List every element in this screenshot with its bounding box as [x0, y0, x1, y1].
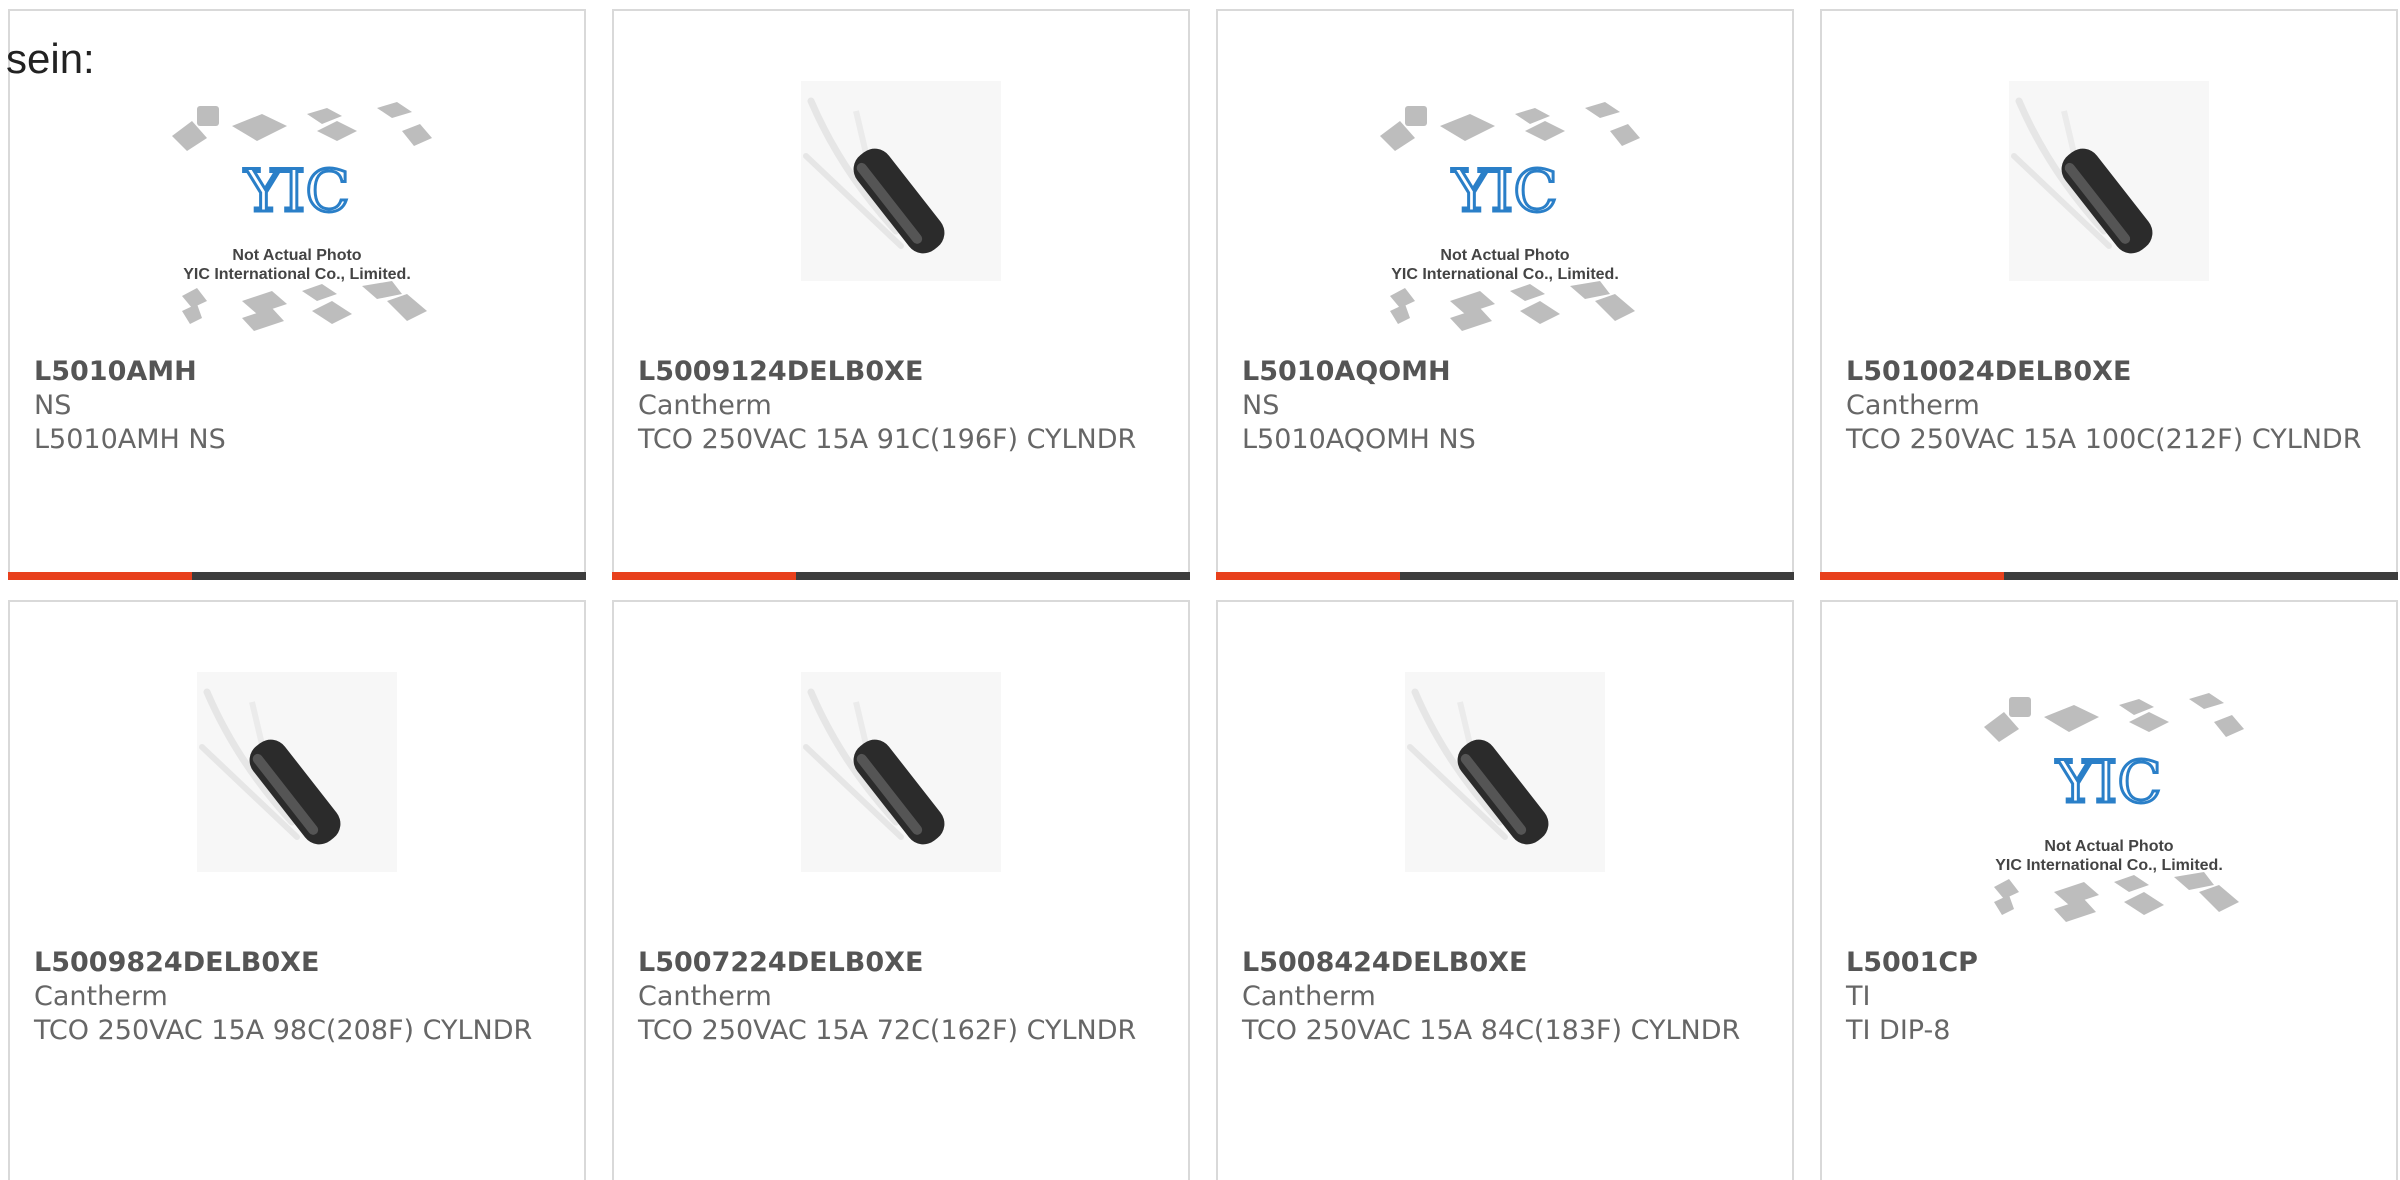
- product-image[interactable]: [2009, 81, 2209, 281]
- thermal-fuse-photo: [1405, 672, 1605, 872]
- manufacturer: Cantherm: [638, 390, 772, 421]
- product-card[interactable]: L5008424DELB0XE Cantherm TCO 250VAC 15A …: [1216, 600, 1794, 1180]
- card-accent-bar: [1216, 572, 1794, 580]
- manufacturer: Cantherm: [1242, 981, 1376, 1012]
- manufacturer: NS: [34, 390, 72, 421]
- product-image[interactable]: [801, 81, 1001, 281]
- product-card[interactable]: L5009124DELB0XE Cantherm TCO 250VAC 15A …: [612, 9, 1190, 580]
- part-number-link[interactable]: L5010AQOMH: [1242, 355, 1772, 389]
- product-image[interactable]: [1405, 672, 1605, 872]
- product-image-placeholder[interactable]: Not Actual Photo YIC International Co., …: [162, 96, 432, 336]
- placeholder-caption-2: YIC International Co., Limited.: [183, 266, 411, 283]
- card-accent-bar: [8, 572, 586, 580]
- thermal-fuse-photo: [801, 81, 1001, 281]
- placeholder-caption-1: Not Actual Photo: [232, 247, 362, 264]
- thermal-fuse-photo: [197, 672, 397, 872]
- thermal-fuse-photo: [2009, 81, 2209, 281]
- description: TI DIP-8: [1846, 1015, 1951, 1046]
- product-card[interactable]: Not Actual Photo YIC International Co., …: [1216, 9, 1794, 580]
- part-number-link[interactable]: L5010024DELB0XE: [1846, 355, 2376, 389]
- description: TCO 250VAC 15A 72C(162F) CYLNDR: [638, 1015, 1137, 1046]
- manufacturer: Cantherm: [1846, 390, 1980, 421]
- placeholder-caption-1: Not Actual Photo: [2044, 838, 2174, 855]
- manufacturer: NS: [1242, 390, 1280, 421]
- part-number-link[interactable]: L5008424DELB0XE: [1242, 946, 1772, 980]
- product-image[interactable]: [801, 672, 1001, 872]
- description: TCO 250VAC 15A 98C(208F) CYLNDR: [34, 1015, 533, 1046]
- product-card[interactable]: L5007224DELB0XE Cantherm TCO 250VAC 15A …: [612, 600, 1190, 1180]
- part-number-link[interactable]: L5009824DELB0XE: [34, 946, 564, 980]
- product-card[interactable]: Not Actual Photo YIC International Co., …: [8, 9, 586, 580]
- manufacturer: Cantherm: [638, 981, 772, 1012]
- intro-text: sein:: [6, 35, 95, 82]
- product-image-placeholder[interactable]: Not Actual Photo YIC International Co., …: [1974, 687, 2244, 927]
- product-image[interactable]: [197, 672, 397, 872]
- product-image-placeholder[interactable]: Not Actual Photo YIC International Co., …: [1370, 96, 1640, 336]
- description: TCO 250VAC 15A 100C(212F) CYLNDR: [1846, 424, 2362, 455]
- part-number-link[interactable]: L5010AMH: [34, 355, 564, 389]
- thermal-fuse-photo: [801, 672, 1001, 872]
- placeholder-caption-1: Not Actual Photo: [1440, 247, 1570, 264]
- description: TCO 250VAC 15A 91C(196F) CYLNDR: [638, 424, 1137, 455]
- product-card[interactable]: L5010024DELB0XE Cantherm TCO 250VAC 15A …: [1820, 9, 2398, 580]
- card-accent-bar: [1820, 572, 2398, 580]
- placeholder-caption-2: YIC International Co., Limited.: [1391, 266, 1619, 283]
- card-accent-bar: [612, 572, 1190, 580]
- product-card[interactable]: Not Actual Photo YIC International Co., …: [1820, 600, 2398, 1180]
- product-card[interactable]: L5009824DELB0XE Cantherm TCO 250VAC 15A …: [8, 600, 586, 1180]
- product-grid: Not Actual Photo YIC International Co., …: [0, 0, 2400, 1180]
- yic-logo-placeholder: [162, 96, 432, 336]
- yic-logo-placeholder: [1974, 687, 2244, 927]
- part-number-link[interactable]: L5007224DELB0XE: [638, 946, 1168, 980]
- manufacturer: Cantherm: [34, 981, 168, 1012]
- placeholder-caption-2: YIC International Co., Limited.: [1995, 857, 2223, 874]
- manufacturer: TI: [1846, 981, 1871, 1012]
- part-number-link[interactable]: L5009124DELB0XE: [638, 355, 1168, 389]
- description: L5010AQOMH NS: [1242, 424, 1476, 455]
- description: TCO 250VAC 15A 84C(183F) CYLNDR: [1242, 1015, 1741, 1046]
- part-number-link[interactable]: L5001CP: [1846, 946, 2376, 980]
- description: L5010AMH NS: [34, 424, 226, 455]
- yic-logo-placeholder: [1370, 96, 1640, 336]
